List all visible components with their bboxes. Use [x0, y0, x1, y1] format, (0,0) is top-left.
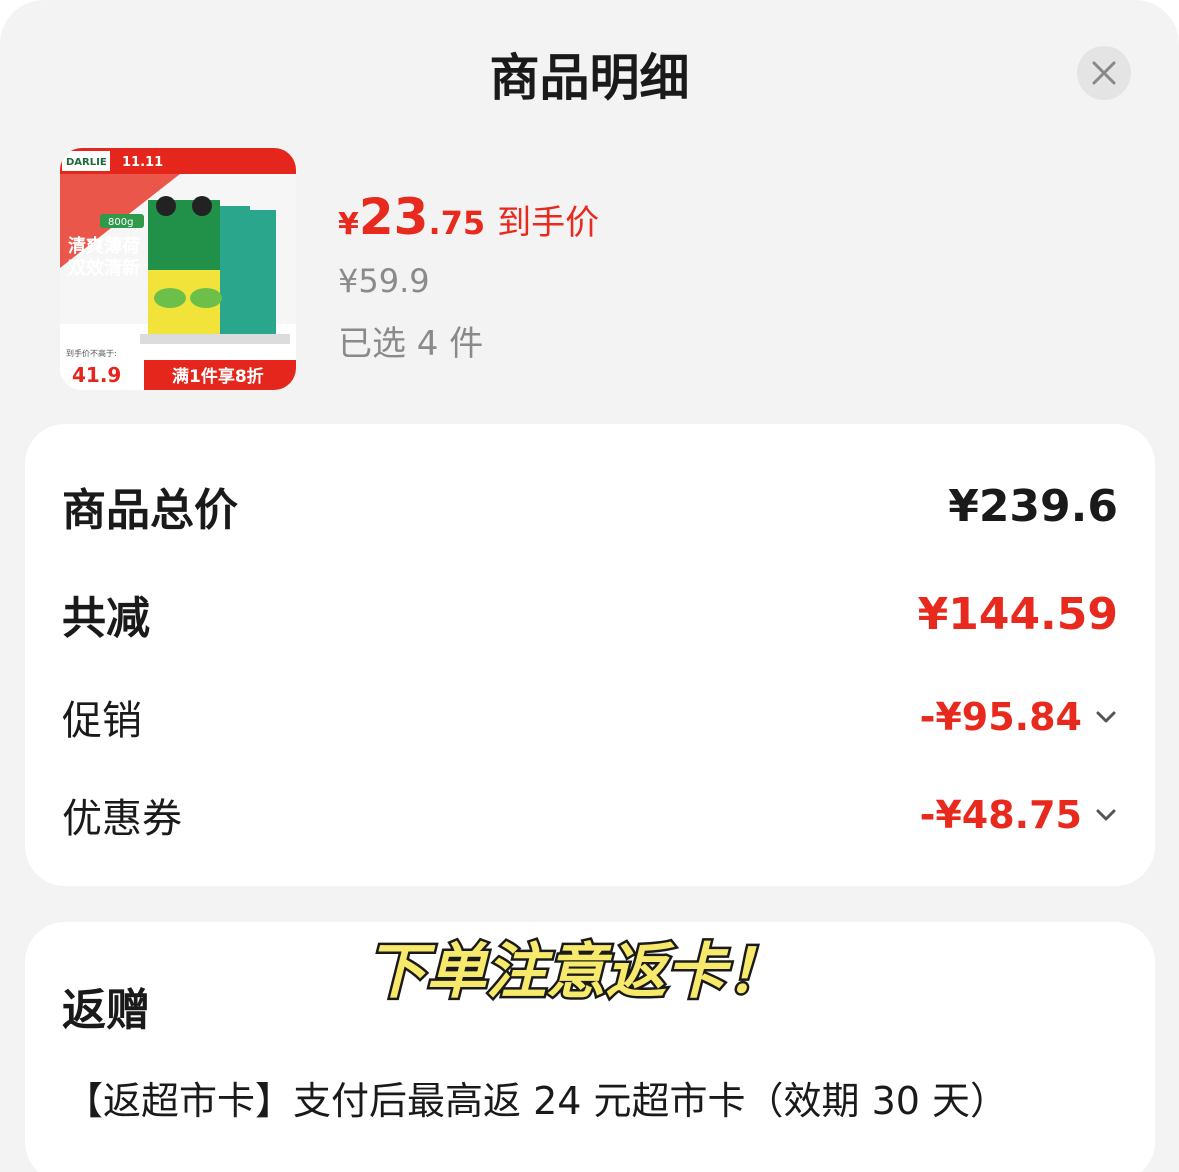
total-discount-row: 共减 ¥144.59	[62, 582, 1118, 646]
rebate-detail: 【返超市卡】支付后最高返 24 元超市卡（效期 30 天）	[65, 1079, 1009, 1123]
total-price-value: ¥239.6	[948, 480, 1118, 532]
close-button[interactable]	[1077, 46, 1131, 100]
product-image[interactable]: DARLIE 11.11 800g 清爽薄荷 双效清新 到手价不高于: 41.9…	[60, 148, 296, 390]
svg-text:800g: 800g	[108, 217, 133, 228]
svg-text:41.9: 41.9	[72, 363, 121, 387]
svg-text:到手价不高于:: 到手价不高于:	[66, 348, 117, 358]
svg-text:下单注意返卡！: 下单注意返卡！	[366, 937, 786, 1007]
price-decimal: .75	[428, 204, 486, 242]
rebate-reminder-sticker: 下单注意返卡！	[364, 935, 789, 1010]
toothpaste-product-picture: DARLIE 11.11 800g 清爽薄荷 双效清新 到手价不高于: 41.9…	[60, 148, 296, 390]
price-summary-card: 商品总价 ¥239.6 共减 ¥144.59 促销 -¥95.84 优惠券 -¥…	[25, 424, 1155, 886]
total-price-label: 商品总价	[62, 485, 238, 536]
chevron-down-icon	[1096, 711, 1116, 723]
final-price: ¥23.75 到手价	[338, 188, 599, 246]
total-price-row: 商品总价 ¥239.6	[62, 474, 1118, 538]
close-icon	[1092, 61, 1116, 85]
chevron-down-icon	[1096, 809, 1116, 821]
total-discount-label: 共减	[62, 593, 150, 644]
coupon-row[interactable]: 优惠券 -¥48.75	[62, 786, 1118, 844]
svg-text:清爽薄荷: 清爽薄荷	[68, 235, 140, 257]
svg-text:双效清新: 双效清新	[68, 257, 140, 279]
page-title: 商品明细	[489, 49, 690, 107]
promotion-value: -¥95.84	[919, 695, 1082, 739]
coupon-label: 优惠券	[62, 796, 182, 842]
price-tag: 到手价	[497, 203, 600, 243]
promotion-label: 促销	[62, 698, 142, 744]
product-detail-sheet: 商品明细 DARLIE 11.11 800g 清爽薄荷 双效清新 到手价不高于:…	[0, 0, 1179, 1172]
price-integer: 23	[358, 188, 429, 246]
rebate-title: 返赠	[62, 985, 150, 1036]
total-discount-value: ¥144.59	[917, 588, 1118, 640]
svg-text:11.11: 11.11	[122, 155, 163, 170]
svg-text:满1件享8折: 满1件享8折	[172, 366, 264, 387]
promotion-row[interactable]: 促销 -¥95.84	[62, 688, 1118, 746]
svg-text:DARLIE: DARLIE	[66, 157, 107, 168]
price-currency: ¥	[338, 207, 359, 242]
original-price: ¥59.9	[338, 262, 430, 300]
selected-count: 已选 4 件	[338, 324, 484, 364]
coupon-value: -¥48.75	[919, 793, 1082, 837]
